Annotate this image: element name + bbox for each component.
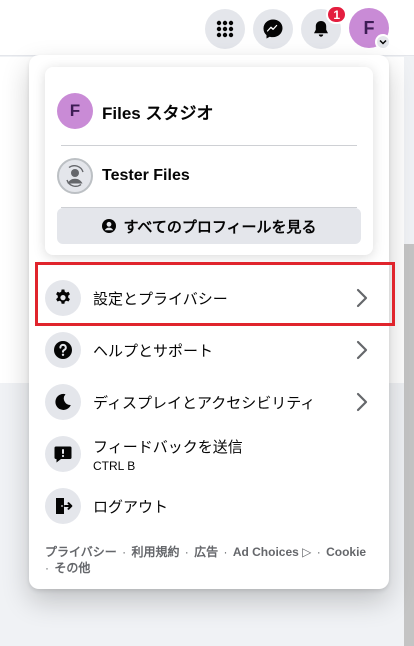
- menu-item-send-feedback[interactable]: フィードバックを送信 CTRL B: [37, 428, 381, 480]
- menu-item-label: ディスプレイとアクセシビリティ: [93, 394, 316, 412]
- menu-item-logout[interactable]: ログアウト: [37, 480, 381, 532]
- separator: ·: [220, 545, 231, 559]
- footer-link-privacy[interactable]: プライバシー: [45, 545, 117, 559]
- profile-name-primary: Files スタジオ: [102, 103, 214, 123]
- notification-count-badge: 1: [326, 5, 347, 24]
- profile-avatar-primary: F: [57, 93, 93, 129]
- see-all-profiles-button[interactable]: すべてのプロフィールを見る: [57, 208, 361, 244]
- avatar-letter: F: [363, 17, 375, 38]
- messenger-button[interactable]: [253, 9, 293, 49]
- switch-profile-icon: [57, 158, 93, 194]
- separator: ·: [118, 545, 130, 559]
- profile-name-secondary: Tester Files: [102, 167, 190, 184]
- chevron-right-icon: [355, 288, 369, 308]
- chevron-down-icon: [375, 34, 391, 50]
- menu-item-help-support[interactable]: ヘルプとサポート: [37, 324, 381, 376]
- apps-grid-icon: [215, 19, 235, 39]
- footer-link-terms[interactable]: 利用規約: [131, 545, 179, 559]
- menu-item-label: ヘルプとサポート: [93, 342, 214, 360]
- separator: ·: [181, 545, 193, 559]
- footer-link-cookie[interactable]: Cookie: [326, 545, 366, 559]
- moon-icon: [45, 384, 81, 420]
- separator: ·: [313, 545, 325, 559]
- logout-door-icon: [45, 488, 81, 524]
- menu-item-label: 設定とプライバシー: [93, 290, 228, 308]
- footer-link-ads[interactable]: 広告: [194, 545, 218, 559]
- profile-row-secondary[interactable]: Tester Files: [57, 152, 361, 200]
- page-scrollbar[interactable]: [404, 244, 414, 646]
- profile-row-primary[interactable]: F Files スタジオ: [57, 87, 361, 135]
- chevron-right-icon: [355, 340, 369, 360]
- question-mark-icon: [45, 332, 81, 368]
- see-all-profiles-label: すべてのプロフィールを見る: [123, 218, 317, 236]
- keyboard-shortcut-hint: CTRL B: [93, 458, 136, 473]
- account-menu-dropdown: F Files スタジオ Tester Files すべてのプロフィールを見る …: [29, 55, 389, 589]
- profile-switcher-card: F Files スタジオ Tester Files すべてのプロフィールを見る: [45, 67, 373, 255]
- menu-item-label: フィードバックを送信: [93, 438, 243, 456]
- profile-circle-icon: [101, 218, 117, 234]
- feedback-text-group: フィードバックを送信 CTRL B: [93, 436, 243, 473]
- menu-item-display-accessibility[interactable]: ディスプレイとアクセシビリティ: [37, 376, 381, 428]
- chevron-right-icon: [355, 392, 369, 412]
- footer-link-more[interactable]: その他: [54, 561, 90, 575]
- account-avatar-button[interactable]: F: [349, 8, 391, 50]
- card-divider: [61, 145, 357, 146]
- feedback-icon: [45, 436, 81, 472]
- bell-icon: [311, 19, 331, 39]
- ad-choices-label: Ad Choices: [232, 545, 299, 559]
- messenger-icon: [262, 18, 284, 40]
- profile-avatar-letter: F: [69, 101, 81, 120]
- menu-item-label: ログアウト: [93, 498, 169, 516]
- menu-item-settings-privacy[interactable]: 設定とプライバシー: [37, 272, 381, 324]
- notifications-button[interactable]: 1: [301, 5, 347, 49]
- footer-links: プライバシー · 利用規約 · 広告 · Ad Choices ▷ · Cook…: [45, 544, 375, 576]
- menu-apps-button[interactable]: [205, 9, 245, 49]
- footer-link-ad-choices[interactable]: Ad Choices ▷: [233, 545, 312, 559]
- gear-icon: [45, 280, 81, 316]
